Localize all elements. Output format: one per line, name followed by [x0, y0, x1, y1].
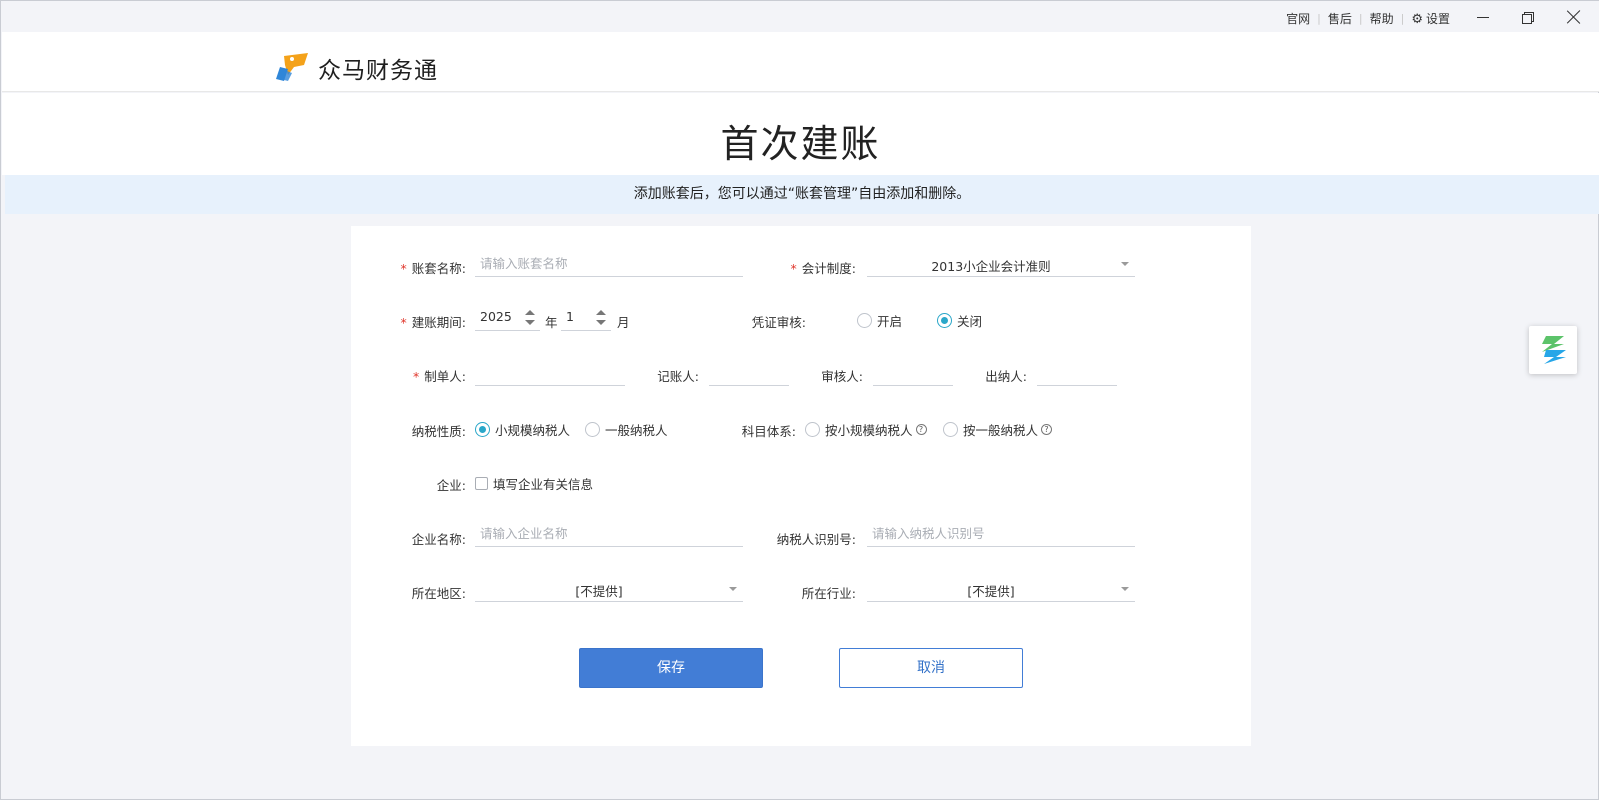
region-label: 所在地区:	[411, 586, 466, 601]
checkbox-icon	[475, 477, 488, 490]
radio-icon	[943, 422, 958, 437]
region-value: [不提供]	[575, 584, 623, 599]
reviewer-label: 审核人:	[821, 369, 863, 384]
industry-select[interactable]: [不提供]	[867, 576, 1135, 602]
radio-icon	[857, 313, 872, 328]
bookkeeper-input[interactable]	[709, 360, 789, 384]
separator: |	[1317, 12, 1321, 25]
title-bar: 官网 | 售后 | 帮助 | ⚙ 设置	[1, 1, 1599, 32]
account-name-input[interactable]	[475, 251, 743, 275]
industry-value: [不提供]	[967, 584, 1015, 599]
maker-label: * 制单人:	[413, 369, 466, 384]
voucher-review-label: 凭证审核:	[751, 315, 806, 330]
bookkeeper-field[interactable]	[709, 360, 789, 386]
radio-icon	[585, 422, 600, 437]
enterprise-label: 企业:	[436, 478, 466, 493]
top-links: 官网 | 售后 | 帮助 | ⚙ 设置	[1286, 10, 1450, 27]
taxpayer-id-input[interactable]	[867, 521, 1135, 545]
voucher-review-off-radio[interactable]: 关闭	[937, 311, 982, 330]
page-title: 首次建账	[720, 122, 881, 166]
year-unit: 年	[545, 315, 558, 330]
settings-label: 设置	[1425, 12, 1450, 26]
tax-type-label: 纳税性质:	[411, 424, 466, 439]
radio-checked-icon	[937, 313, 952, 328]
official-site-link[interactable]: 官网	[1286, 10, 1310, 27]
cashier-field[interactable]	[1037, 360, 1117, 386]
cancel-button[interactable]: 取消	[839, 648, 1023, 688]
chevron-down-icon	[1121, 587, 1129, 591]
chevron-down-icon	[1121, 262, 1129, 266]
month-value: 1	[566, 309, 574, 324]
maker-field[interactable]	[475, 360, 625, 386]
voucher-review-on-radio[interactable]: 开启	[857, 311, 902, 330]
company-name-input[interactable]	[475, 521, 743, 545]
title-area: 首次建账	[2, 93, 1599, 175]
taxpayer-id-field[interactable]	[867, 521, 1135, 547]
help-icon[interactable]: ?	[1041, 424, 1053, 435]
app-logo: 众马财务通	[274, 51, 438, 85]
accounting-system-select[interactable]: 2013小企业会计准则	[867, 251, 1135, 277]
subject-small-radio[interactable]: 按小规模纳税人?	[805, 420, 927, 439]
after-sales-link[interactable]: 售后	[1328, 10, 1352, 27]
period-label: * 建账期间:	[400, 315, 466, 330]
horse-logo-icon	[276, 53, 308, 81]
maximize-icon	[1521, 11, 1534, 24]
month-increment-icon[interactable]	[596, 310, 606, 315]
year-decrement-icon[interactable]	[525, 320, 535, 325]
company-name-label: 企业名称:	[411, 532, 466, 547]
account-name-label: * 账套名称:	[400, 261, 466, 276]
help-link[interactable]: 帮助	[1370, 10, 1394, 27]
separator: |	[1400, 12, 1405, 25]
reviewer-input[interactable]	[873, 360, 953, 384]
accounting-system-value: 2013小企业会计准则	[931, 259, 1051, 274]
taxpayer-id-label: 纳税人识别号:	[776, 532, 856, 547]
minimize-icon	[1477, 16, 1489, 18]
layers-icon	[1542, 336, 1566, 364]
form-panel: *账套名称: *会计制度: 2013小企业会计准则 *建账期间: 2025 年 …	[351, 226, 1251, 746]
help-icon[interactable]: ?	[915, 424, 927, 435]
chevron-down-icon	[729, 587, 737, 591]
notice-banner: 添加账套后，您可以通过“账套管理”自由添加和删除。	[5, 175, 1599, 214]
minimize-button[interactable]	[1473, 7, 1493, 27]
floating-tool-button[interactable]	[1529, 326, 1577, 374]
reviewer-field[interactable]	[873, 360, 953, 386]
year-increment-icon[interactable]	[525, 310, 535, 315]
month-decrement-icon[interactable]	[596, 320, 606, 325]
accounting-system-label: * 会计制度:	[790, 261, 856, 276]
separator: |	[1358, 12, 1363, 25]
month-unit: 月	[617, 315, 630, 330]
year-value: 2025	[480, 309, 512, 324]
maximize-button[interactable]	[1517, 7, 1537, 27]
cashier-input[interactable]	[1037, 360, 1117, 384]
radio-icon	[805, 422, 820, 437]
gear-icon: ⚙	[1411, 12, 1423, 27]
app-name: 众马财务通	[318, 58, 438, 84]
close-icon	[1567, 10, 1581, 24]
subject-general-radio[interactable]: 按一般纳税人?	[943, 420, 1053, 439]
subject-system-label: 科目体系:	[741, 424, 796, 439]
bookkeeper-label: 记账人:	[657, 369, 699, 384]
account-name-field[interactable]	[475, 251, 743, 277]
small-taxpayer-radio[interactable]: 小规模纳税人	[475, 420, 570, 439]
year-stepper[interactable]: 2025	[475, 305, 540, 331]
company-name-field[interactable]	[475, 521, 743, 547]
save-button[interactable]: 保存	[579, 648, 763, 688]
app-header: 众马财务通	[2, 32, 1599, 92]
month-stepper[interactable]: 1	[561, 305, 611, 331]
industry-label: 所在行业:	[801, 586, 856, 601]
cashier-label: 出纳人:	[985, 369, 1027, 384]
radio-checked-icon	[475, 422, 490, 437]
general-taxpayer-radio[interactable]: 一般纳税人	[585, 420, 668, 439]
close-button[interactable]	[1564, 7, 1584, 27]
settings-link[interactable]: ⚙ 设置	[1411, 10, 1450, 27]
maker-input[interactable]	[475, 360, 625, 384]
enterprise-info-checkbox[interactable]: 填写企业有关信息	[475, 474, 593, 493]
region-select[interactable]: [不提供]	[475, 576, 743, 602]
